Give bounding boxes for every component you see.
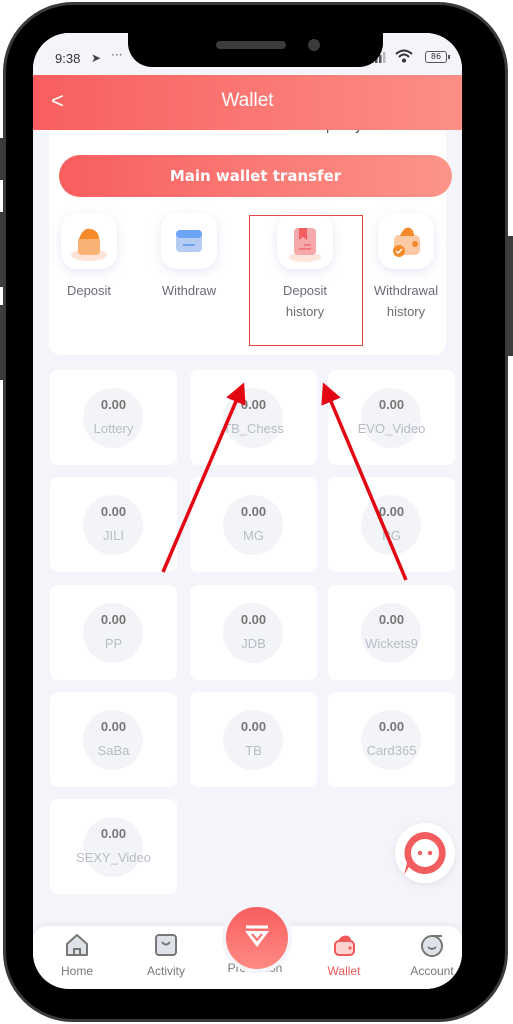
speaker bbox=[216, 41, 286, 49]
side-button-left-1 bbox=[0, 138, 3, 180]
deposit-icon bbox=[61, 213, 117, 269]
game-card-jdb[interactable]: 0.00 JDB bbox=[190, 585, 317, 680]
notch bbox=[128, 33, 383, 67]
game-card-card365[interactable]: 0.00 Card365 bbox=[328, 692, 455, 787]
deposit-history-highlight-box bbox=[249, 215, 363, 346]
withdraw-icon bbox=[161, 213, 217, 269]
withdrawal-history-icon bbox=[378, 213, 434, 269]
game-card-jili[interactable]: 0.00 JILI bbox=[50, 477, 177, 572]
game-card-mg[interactable]: 0.00 MG bbox=[190, 477, 317, 572]
game-card-lottery[interactable]: 0.00 Lottery bbox=[50, 370, 177, 465]
deposit-label: Deposit bbox=[66, 283, 112, 298]
home-icon bbox=[66, 934, 88, 956]
screen: 9:38 ➤ ··· 86 < Wallet Main wallet 3rd p… bbox=[33, 33, 462, 989]
header: < Wallet bbox=[33, 75, 462, 130]
game-card-saba[interactable]: 0.00 SaBa bbox=[50, 692, 177, 787]
tab-wallet[interactable]: Wallet bbox=[304, 932, 384, 978]
side-button-left-3 bbox=[0, 305, 3, 380]
chat-icon bbox=[404, 832, 446, 875]
wifi-icon bbox=[395, 49, 413, 63]
withdraw-button[interactable]: Withdraw bbox=[141, 213, 237, 301]
battery-icon: 86 bbox=[425, 51, 450, 63]
side-button-left-2 bbox=[0, 212, 3, 287]
tab-promotion[interactable] bbox=[222, 903, 292, 973]
diamond-icon bbox=[245, 925, 269, 947]
status-time: 9:38 bbox=[55, 51, 81, 66]
page-title: Wallet bbox=[221, 90, 274, 111]
account-icon bbox=[421, 935, 443, 957]
withdrawal-history-button[interactable]: Withdrawal history bbox=[358, 213, 454, 322]
game-card-sexy-video[interactable]: 0.00 SEXY_Video bbox=[50, 799, 177, 894]
deposit-button[interactable]: Deposit bbox=[41, 213, 137, 301]
wallet-icon bbox=[334, 935, 355, 956]
game-card-wickets9[interactable]: 0.00 Wickets9 bbox=[328, 585, 455, 680]
withdrawal-history-label: Withdrawal history bbox=[373, 283, 439, 319]
game-card-tb-chess[interactable]: 0.00 TB_Chess bbox=[190, 370, 317, 465]
more-notifications-icon: ··· bbox=[111, 48, 123, 62]
game-card-tb[interactable]: 0.00 TB bbox=[190, 692, 317, 787]
withdraw-label: Withdraw bbox=[161, 283, 217, 298]
game-card-pg[interactable]: 0.00 PG bbox=[328, 477, 455, 572]
main-wallet-transfer-button[interactable]: Main wallet transfer bbox=[59, 155, 452, 197]
customer-service-button[interactable] bbox=[395, 823, 455, 883]
camera bbox=[308, 39, 320, 51]
telegram-icon: ➤ bbox=[91, 51, 102, 65]
tab-account[interactable]: Account bbox=[392, 932, 462, 978]
tab-home[interactable]: Home bbox=[37, 932, 117, 978]
side-button-right bbox=[508, 236, 513, 356]
tab-activity[interactable]: Activity bbox=[126, 932, 206, 978]
game-card-evo-video[interactable]: 0.00 EVO_Video bbox=[328, 370, 455, 465]
activity-icon bbox=[155, 934, 177, 956]
game-card-pp[interactable]: 0.00 PP bbox=[50, 585, 177, 680]
